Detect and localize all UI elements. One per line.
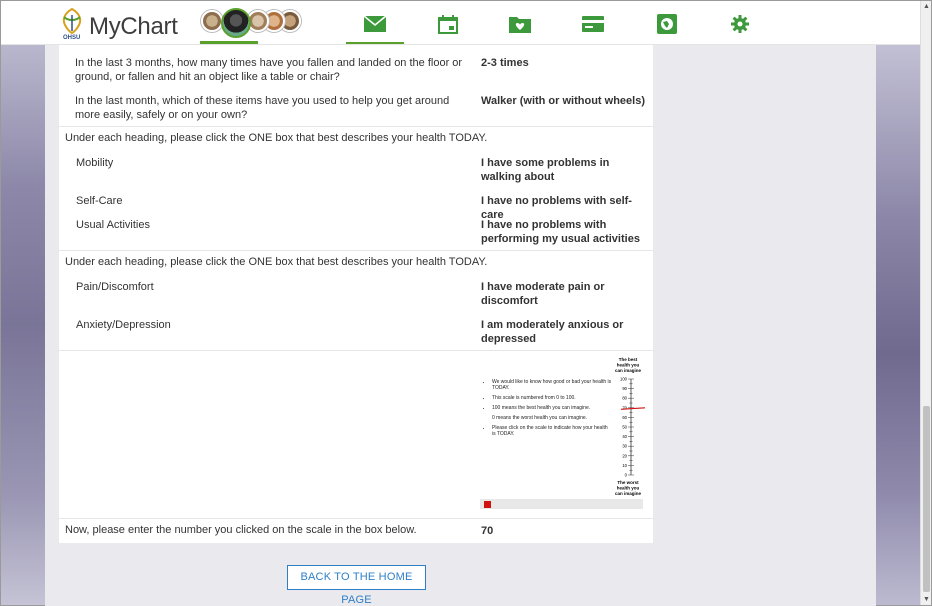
question-pain: Pain/Discomfort (76, 281, 154, 293)
messages-active-underline (346, 42, 404, 44)
answer-usual-activities: I have no problems with performing my us… (481, 219, 640, 245)
back-to-home-button[interactable]: BACK TO THE HOME PAGE (287, 565, 426, 606)
health-nav[interactable] (508, 14, 532, 34)
billing-nav[interactable] (581, 14, 605, 34)
current-user-avatar[interactable] (221, 8, 251, 38)
scale-tick-label: 50 (622, 425, 627, 430)
section-eq5d-1: Under each heading, please click the ONE… (59, 127, 653, 251)
scroll-down-arrow-icon[interactable]: ▼ (921, 594, 932, 605)
scale-tick-label: 30 (622, 444, 627, 449)
section-falls: In the last 3 months, how many times hav… (59, 45, 653, 127)
answer-mobility-aid: Walker (with or without wheels) (481, 95, 645, 107)
question-mobility-aid: In the last month, which of these items … (75, 95, 450, 121)
background-right (876, 45, 920, 605)
section-scale-number: Now, please enter the number you clicked… (59, 519, 653, 543)
answer-scale-number: 70 (481, 525, 494, 537)
scale-bottom-label: The worst health you can imagine (615, 480, 642, 496)
page-scrollbar[interactable]: ▲ ▼ (920, 1, 931, 605)
scale-top-label: The best health you can imagine (615, 357, 642, 373)
folder-heart-icon (509, 17, 531, 33)
side-panel (668, 45, 876, 606)
scale-instructions: We would like to know how good or bad yo… (484, 379, 612, 441)
question-anxiety: Anxiety/Depression (76, 319, 171, 331)
credit-card-icon (582, 16, 604, 32)
section-eq5d-2: Under each heading, please click the ONE… (59, 251, 653, 351)
gear-icon (731, 15, 749, 33)
globe-book-icon (657, 14, 677, 34)
scrollbar-thumb[interactable] (923, 406, 930, 592)
active-user-indicator (200, 41, 258, 44)
scale-answer-marker (484, 501, 491, 508)
scale-tick-label: 40 (622, 434, 627, 439)
scale-tick-label: 90 (622, 386, 627, 391)
answer-anxiety: I am moderately anxious or depressed (481, 319, 624, 345)
section-heading: Under each heading, please click the ONE… (65, 256, 488, 268)
answer-pain: I have moderate pain or discomfort (481, 281, 605, 307)
scale-tick-label: 10 (622, 463, 627, 468)
scale-tick-label: 100 (620, 377, 628, 382)
question-usual-activities: Usual Activities (76, 219, 150, 231)
section-heading: Under each heading, please click the ONE… (65, 132, 488, 144)
question-falls: In the last 3 months, how many times hav… (75, 57, 463, 83)
scale-tick-label: 60 (622, 415, 627, 420)
answer-mobility: I have some problems in walking about (481, 157, 610, 183)
resources-nav[interactable] (655, 14, 679, 34)
app-name: MyChart (89, 13, 178, 40)
messages-nav[interactable] (363, 14, 387, 34)
envelope-icon (364, 16, 386, 32)
scale-instruction: This scale is numbered from 0 to 100. (492, 395, 612, 401)
scale-tick-label: 80 (622, 396, 627, 401)
org-name: OHSU (63, 35, 81, 41)
settings-nav[interactable] (728, 14, 752, 34)
scroll-up-arrow-icon[interactable]: ▲ (921, 1, 932, 12)
vas-scale-image: We would like to know how good or bad yo… (480, 357, 648, 511)
scale-instruction: 100 means the best health you can imagin… (492, 405, 612, 411)
proxy-avatar[interactable] (201, 10, 223, 32)
scale-answer-bar (480, 499, 643, 509)
calendar-icon (438, 14, 458, 34)
background-left (1, 45, 45, 605)
scale-instruction: Please click on the scale to indicate ho… (492, 425, 612, 437)
scale-tick-label: 20 (622, 453, 627, 458)
top-nav-bar: OHSU MyChart (1, 1, 920, 45)
scale-tick-label: 0 (625, 473, 628, 478)
scale-instruction: 0 means the worst health you can imagine… (492, 415, 588, 421)
vas-thermometer[interactable]: The best health you can imagine The worst h… (608, 357, 648, 499)
proxy-switcher[interactable] (201, 8, 303, 38)
mychart-logo[interactable]: OHSU MyChart (59, 7, 179, 43)
question-mobility: Mobility (76, 157, 114, 169)
scale-instruction: We would like to know how good or bad yo… (492, 379, 612, 391)
visits-nav[interactable] (436, 14, 460, 34)
answer-falls: 2-3 times (481, 57, 529, 69)
question-scale-number: Now, please enter the number you clicked… (65, 524, 417, 536)
question-self-care: Self-Care (76, 195, 123, 207)
